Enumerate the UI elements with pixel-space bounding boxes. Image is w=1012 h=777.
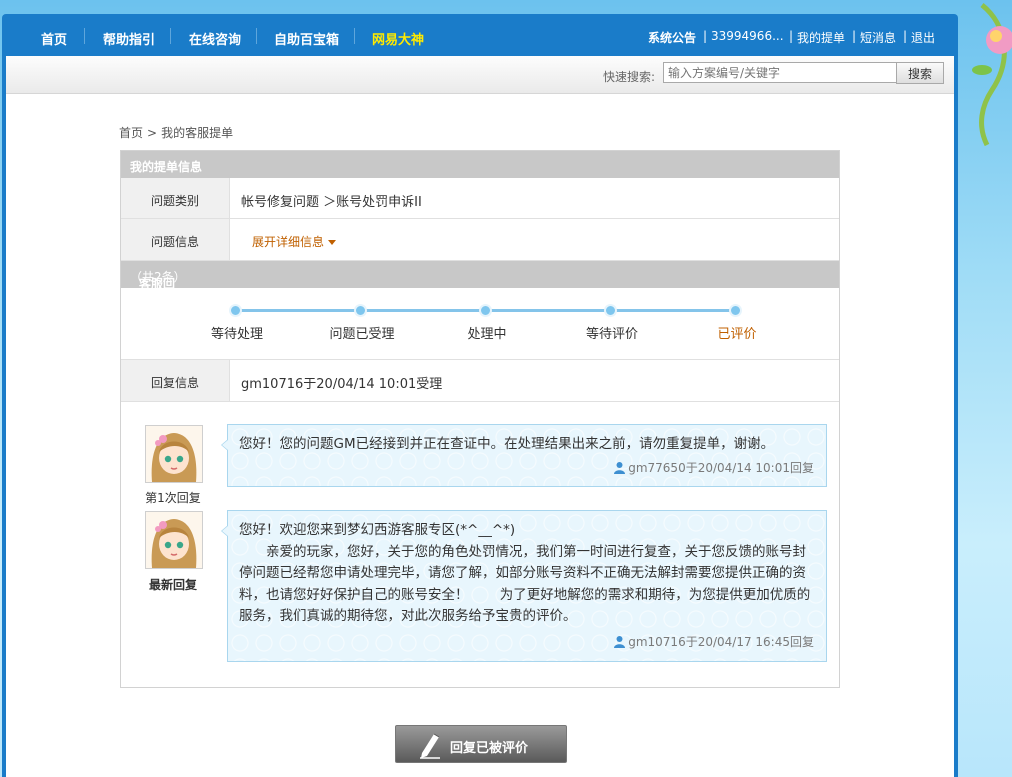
my-tickets-link[interactable]: 我的提单 bbox=[797, 29, 845, 46]
girl-avatar-icon bbox=[146, 426, 202, 482]
bubble-arrow bbox=[221, 525, 228, 537]
logout-link[interactable]: 退出 bbox=[911, 29, 935, 46]
step-rated: 已评价 bbox=[717, 327, 757, 342]
reply-1-text: 您好！您的问题GM已经接到并正在查证中。在处理结果出来之前，请勿重复提单，谢谢。 bbox=[239, 436, 775, 452]
messages-link[interactable]: 短消息 bbox=[860, 29, 896, 46]
nav-separator bbox=[84, 28, 85, 44]
top-separator: | bbox=[903, 29, 908, 43]
reply-section-header: 客服回复信息 （共2条） bbox=[121, 261, 839, 308]
info-label: 问题信息 bbox=[150, 235, 199, 249]
user-icon bbox=[614, 636, 626, 648]
search-input[interactable] bbox=[663, 62, 897, 83]
reply-bubble-2: 您好！欢迎您来到梦幻西游客服专区(*^__^*) 亲爱的玩家，您好，关于您的角色… bbox=[221, 510, 827, 662]
top-separator: | bbox=[789, 29, 794, 43]
content-area: 快速搜索: 搜索 首页 >我的客服提单 我的提单信息 问题类别 帐号修复问题 ＞账… bbox=[6, 56, 954, 777]
step-awaiting-rating: 等待评价 bbox=[585, 327, 638, 342]
category-row: 问题类别 帐号修复问题 ＞账号处罚申诉II bbox=[121, 178, 839, 219]
info-label-cell: 问题信息 bbox=[121, 219, 230, 260]
progress-dot bbox=[229, 304, 242, 317]
nav-home[interactable]: 首页 bbox=[41, 29, 67, 48]
breadcrumb-separator: > bbox=[147, 126, 158, 140]
reply-2-caption: 最新回复 bbox=[148, 578, 197, 592]
background-flower-decoration bbox=[972, 3, 1012, 147]
reply-section-title-wrap: 客服回复信息 （共2条） bbox=[130, 268, 186, 308]
progress-dot bbox=[604, 304, 617, 317]
search-button[interactable]: 搜索 bbox=[896, 62, 944, 84]
reply-info-label-cell: 回复信息 bbox=[121, 360, 230, 401]
top-nav: 首页 帮助指引 在线咨询 自助百宝箱 网易大神 系统公告 | 33994966.… bbox=[2, 14, 958, 56]
step-processing: 处理中 bbox=[467, 327, 507, 342]
reply-1-footer: gm77650于20/04/14 10:01回复 bbox=[613, 459, 814, 476]
ticket-section-title: 我的提单信息 bbox=[130, 160, 203, 174]
gm-avatar bbox=[145, 511, 203, 569]
reply-info-row: 回复信息 gm10716于20/04/14 10:01受理 bbox=[121, 360, 839, 402]
nav-online-consult[interactable]: 在线咨询 bbox=[189, 29, 241, 48]
reply-rated-button[interactable]: 回复已被评价 bbox=[395, 725, 567, 763]
top-separator: | bbox=[703, 29, 708, 43]
nav-separator bbox=[354, 28, 355, 44]
gm-avatar bbox=[145, 425, 203, 483]
search-bar: 快速搜索: 搜索 bbox=[6, 56, 954, 94]
reply-2-text: 您好！欢迎您来到梦幻西游客服专区(*^__^*) 亲爱的玩家，您好，关于您的角色… bbox=[239, 522, 811, 624]
reply-info-value: gm10716于20/04/14 10:01受理 bbox=[241, 377, 443, 392]
pencil-icon bbox=[420, 733, 440, 759]
step-waiting: 等待处理 bbox=[210, 327, 263, 342]
nav-separator bbox=[256, 28, 257, 44]
info-row: 问题信息 展开详细信息 bbox=[121, 219, 839, 261]
top-separator: | bbox=[852, 29, 857, 43]
progress-dot bbox=[479, 304, 492, 317]
reply-2-footer: gm10716于20/04/17 16:45回复 bbox=[613, 633, 814, 650]
account-id[interactable]: 33994966... bbox=[711, 29, 784, 43]
ticket-panel: 我的提单信息 问题类别 帐号修复问题 ＞账号处罚申诉II 问题信息 展开详细信息… bbox=[120, 150, 840, 688]
breadcrumb-current: 我的客服提单 bbox=[161, 126, 234, 140]
category-value: 帐号修复问题 ＞账号处罚申诉II bbox=[241, 195, 422, 210]
reply-bubble-1: 您好！您的问题GM已经接到并正在查证中。在处理结果出来之前，请勿重复提单，谢谢。… bbox=[221, 424, 827, 487]
girl-avatar-icon bbox=[146, 512, 202, 568]
progress-dot bbox=[354, 304, 367, 317]
nav-separator bbox=[170, 28, 171, 44]
reply-rated-label: 回复已被评价 bbox=[450, 741, 529, 756]
breadcrumb: 首页 > 我的客服提单 bbox=[119, 124, 237, 141]
reply-1-meta: gm77650于20/04/14 10:01回复 bbox=[628, 461, 814, 475]
progress-dot bbox=[729, 304, 742, 317]
reply-info-label: 回复信息 bbox=[150, 376, 199, 390]
nav-netease-dashen[interactable]: 网易大神 bbox=[372, 29, 424, 48]
search-label: 快速搜索: bbox=[603, 70, 656, 84]
user-icon bbox=[614, 462, 626, 474]
reply-2-meta: gm10716于20/04/17 16:45回复 bbox=[628, 635, 814, 649]
caret-down-icon bbox=[328, 240, 337, 245]
nav-self-service[interactable]: 自助百宝箱 bbox=[274, 29, 339, 48]
nav-help-guide[interactable]: 帮助指引 bbox=[103, 29, 155, 48]
reply-1-caption: 第1次回复 bbox=[145, 491, 201, 505]
main-frame: 首页 帮助指引 在线咨询 自助百宝箱 网易大神 系统公告 | 33994966.… bbox=[2, 14, 958, 777]
ticket-section-header: 我的提单信息 bbox=[121, 151, 839, 178]
system-notice-link[interactable]: 系统公告 bbox=[648, 29, 696, 46]
expand-details-link[interactable]: 展开详细信息 bbox=[252, 233, 337, 250]
breadcrumb-home[interactable]: 首页 bbox=[119, 126, 143, 140]
category-label-cell: 问题类别 bbox=[121, 178, 230, 218]
expand-details-label: 展开详细信息 bbox=[252, 235, 325, 249]
step-accepted: 问题已受理 bbox=[329, 327, 395, 342]
category-label: 问题类别 bbox=[150, 194, 199, 208]
bubble-arrow bbox=[221, 439, 228, 451]
progress-tracker: 等待处理 问题已受理 处理中 等待评价 已评价 bbox=[121, 289, 839, 360]
